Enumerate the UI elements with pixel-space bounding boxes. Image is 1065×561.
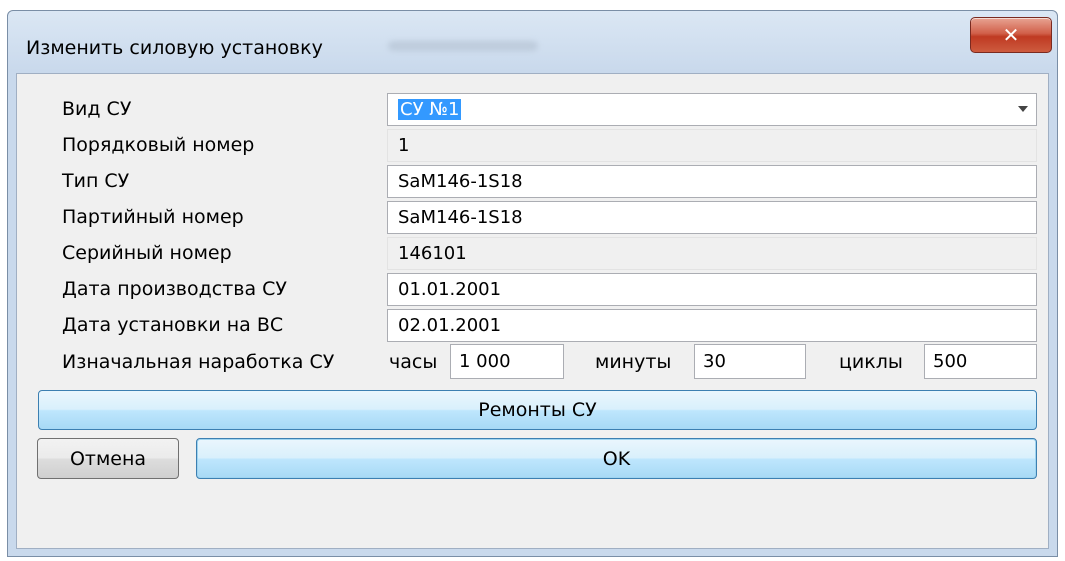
tip-su-input[interactable]: SaM146-1S18 [387,165,1037,198]
label-data-proizvodstva: Дата производства СУ [62,278,287,300]
poryadkovyi-nomer-field: 1 [387,129,1037,162]
label-tip-su: Тип СУ [62,170,130,192]
label-iznachalnaya-narabotka: Изначальная наработка СУ [62,351,335,373]
label-data-ustanovki: Дата установки на ВС [62,314,284,336]
vid-su-selected-value: СУ №1 [398,99,462,120]
dialog-window: Изменить силовую установку ✕ Вид СУ СУ №… [7,10,1058,557]
cycles-label: циклы [839,351,903,373]
repairs-button[interactable]: Ремонты СУ [38,390,1037,430]
window-title: Изменить силовую установку [26,37,323,59]
label-vid-su: Вид СУ [62,98,132,120]
close-button[interactable]: ✕ [970,17,1052,53]
data-proizvodstva-input[interactable]: 01.01.2001 [387,273,1037,306]
partiinyi-nomer-input[interactable]: SaM146-1S18 [387,201,1037,234]
minutes-input[interactable]: 30 [694,344,806,379]
hours-label: часы [389,351,438,373]
ok-button[interactable]: OK [196,438,1037,479]
dialog-body: Вид СУ СУ №1 Порядковый номер 1 Тип СУ S… [16,73,1049,549]
cancel-button[interactable]: Отмена [37,438,179,479]
cycles-input[interactable]: 500 [924,344,1037,379]
label-poryadkovyi-nomer: Порядковый номер [62,134,255,156]
title-blurred-area [388,41,538,51]
chevron-down-icon[interactable] [1018,106,1028,112]
label-seriinyi-nomer: Серийный номер [62,242,232,264]
data-ustanovki-input[interactable]: 02.01.2001 [387,309,1037,342]
minutes-label: минуты [595,351,672,373]
label-partiinyi-nomer: Партийный номер [62,206,244,228]
seriinyi-nomer-field: 146101 [387,237,1037,270]
close-icon: ✕ [1002,23,1020,47]
vid-su-combobox[interactable]: СУ №1 [387,93,1037,126]
hours-input[interactable]: 1 000 [450,344,564,379]
title-bar[interactable]: Изменить силовую установку ✕ [8,11,1057,73]
